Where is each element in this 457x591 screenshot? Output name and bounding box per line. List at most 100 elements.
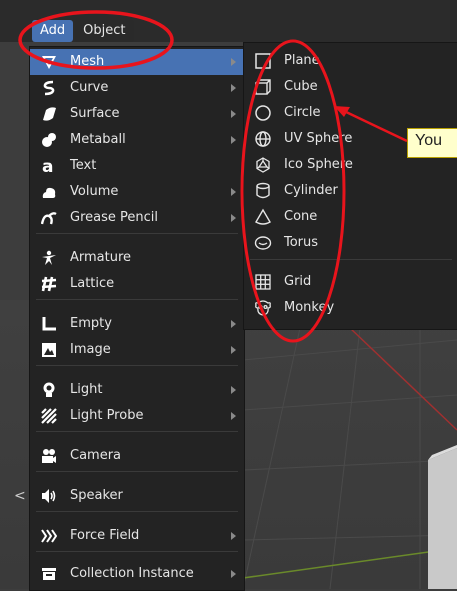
add-menu-item-surface[interactable]: Surface xyxy=(30,101,244,127)
force-field-icon xyxy=(40,527,58,545)
lattice-icon xyxy=(40,275,58,293)
cube-icon xyxy=(254,78,272,96)
add-menu-item-metaball[interactable]: Metaball xyxy=(30,127,244,153)
annotation-callout: You xyxy=(407,128,457,158)
mesh-item-label: Torus xyxy=(284,235,319,250)
svg-text:a: a xyxy=(42,158,53,174)
add-menu-item-label: Mesh xyxy=(70,54,105,69)
circle-icon xyxy=(254,104,272,122)
menu-separator xyxy=(36,365,238,366)
add-menu-item-label: Speaker xyxy=(70,488,123,503)
object-menu-tab[interactable]: Object xyxy=(75,20,134,42)
menu-separator xyxy=(250,259,452,260)
add-menu-item-label: Empty xyxy=(70,316,112,331)
mesh-item-label: Cylinder xyxy=(284,183,338,198)
menu-separator xyxy=(36,233,238,234)
add-menu-item-label: Camera xyxy=(70,448,122,463)
mesh-item-cylinder[interactable]: Cylinder xyxy=(244,178,457,204)
submenu-arrow-icon xyxy=(231,386,236,394)
submenu-arrow-icon xyxy=(231,320,236,328)
svg-text:<: < xyxy=(14,488,26,504)
text-icon: a xyxy=(40,157,58,175)
mesh-item-cube[interactable]: Cube xyxy=(244,74,457,100)
submenu-arrow-icon xyxy=(231,188,236,196)
x-axis-line xyxy=(349,327,457,431)
add-menu-tab[interactable]: Add xyxy=(32,20,74,42)
mesh-item-label: Circle xyxy=(284,105,321,120)
mesh-item-label: Grid xyxy=(284,274,312,289)
add-menu-item-camera[interactable]: Camera xyxy=(30,443,244,469)
mesh-item-monkey[interactable]: Monkey xyxy=(244,295,457,321)
submenu-arrow-icon xyxy=(231,214,236,222)
default-cube xyxy=(428,448,457,589)
submenu-arrow-icon xyxy=(231,346,236,354)
viewport-header: Add Object xyxy=(0,18,250,44)
grease-pencil-icon xyxy=(40,209,58,227)
add-menu-item-armature[interactable]: Armature xyxy=(30,245,244,271)
add-menu-item-label: Surface xyxy=(70,106,120,121)
mesh-icon xyxy=(40,53,58,71)
armature-icon xyxy=(40,249,58,267)
add-menu-item-empty[interactable]: Empty xyxy=(30,311,244,337)
mesh-item-label: Monkey xyxy=(284,300,335,315)
mesh-item-circle[interactable]: Circle xyxy=(244,100,457,126)
y-axis-line xyxy=(242,547,457,579)
mesh-item-grid[interactable]: Grid xyxy=(244,269,457,295)
speaker-icon xyxy=(40,487,58,505)
add-menu-item-label: Light xyxy=(70,382,103,397)
add-menu-item-label: Light Probe xyxy=(70,408,144,423)
add-menu-item-speaker[interactable]: Speaker xyxy=(30,483,244,509)
submenu-arrow-icon xyxy=(231,136,236,144)
add-menu-item-light[interactable]: Light xyxy=(30,377,244,403)
cone-icon xyxy=(254,208,272,226)
submenu-arrow-icon xyxy=(231,84,236,92)
light-icon xyxy=(40,381,58,399)
mesh-item-label: Ico Sphere xyxy=(284,157,353,172)
mesh-item-label: UV Sphere xyxy=(284,131,353,146)
add-menu-item-grease-pencil[interactable]: Grease Pencil xyxy=(30,205,244,231)
add-menu-item-label: Metaball xyxy=(70,132,126,147)
monkey-icon xyxy=(254,299,272,317)
add-menu-item-label: Armature xyxy=(70,250,132,265)
mesh-item-label: Plane xyxy=(284,53,320,68)
mesh-item-label: Cone xyxy=(284,209,318,224)
cylinder-icon xyxy=(254,182,272,200)
grid-icon xyxy=(254,273,272,291)
torus-icon xyxy=(254,234,272,252)
plane-icon xyxy=(254,52,272,70)
add-menu-item-curve[interactable]: Curve xyxy=(30,75,244,101)
submenu-arrow-icon xyxy=(231,110,236,118)
add-menu-item-mesh[interactable]: Mesh xyxy=(30,49,244,75)
add-menu-item-label: Text xyxy=(70,158,97,173)
add-menu-item-force-field[interactable]: Force Field xyxy=(30,523,244,549)
submenu-arrow-icon xyxy=(231,570,236,578)
light-probe-icon xyxy=(40,407,58,425)
add-menu-item-label: Grease Pencil xyxy=(70,210,158,225)
menu-separator xyxy=(36,299,238,300)
add-menu-item-volume[interactable]: Volume xyxy=(30,179,244,205)
uv-sphere-icon xyxy=(254,130,272,148)
add-menu-item-text[interactable]: a Text xyxy=(30,153,244,179)
ico-sphere-icon xyxy=(254,156,272,174)
add-menu: Mesh Curve Surface Metaball a Text Volum… xyxy=(29,46,245,591)
mesh-item-cone[interactable]: Cone xyxy=(244,204,457,230)
surface-icon xyxy=(40,105,58,123)
add-menu-item-image[interactable]: Image xyxy=(30,337,244,363)
menu-separator xyxy=(36,551,238,552)
mesh-item-torus[interactable]: Torus xyxy=(244,230,457,256)
collection-instance-icon xyxy=(40,565,58,583)
camera-icon xyxy=(40,447,58,465)
mesh-item-plane[interactable]: Plane xyxy=(244,48,457,74)
empty-icon xyxy=(40,315,58,333)
mesh-item-label: Cube xyxy=(284,79,318,94)
menu-separator xyxy=(36,511,238,512)
add-menu-item-collection-instance[interactable]: Collection Instance xyxy=(30,561,244,587)
add-menu-item-label: Volume xyxy=(70,184,119,199)
add-menu-item-lattice[interactable]: Lattice xyxy=(30,271,244,297)
submenu-arrow-icon xyxy=(231,58,236,66)
menu-separator xyxy=(36,471,238,472)
submenu-arrow-icon xyxy=(231,532,236,540)
add-menu-item-light-probe[interactable]: Light Probe xyxy=(30,403,244,429)
add-menu-item-label: Collection Instance xyxy=(70,566,194,581)
volume-icon xyxy=(40,183,58,201)
